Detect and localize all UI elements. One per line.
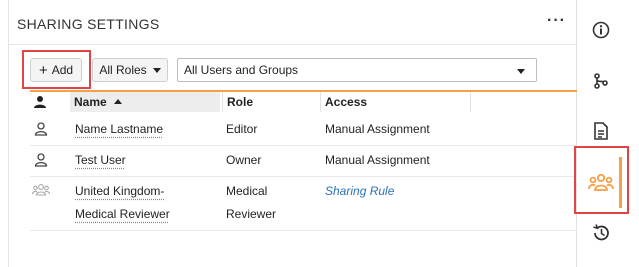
row-divider: [30, 230, 580, 231]
row-role: Owner: [226, 153, 262, 167]
column-header-role[interactable]: Role: [222, 92, 318, 112]
row-role-line1: Medical: [226, 184, 268, 198]
row-name-line1[interactable]: United Kingdom-: [75, 179, 164, 203]
info-icon: [592, 21, 610, 39]
panel-left-border: [8, 0, 9, 267]
document-button[interactable]: [589, 119, 613, 143]
row-role-line2: Reviewer: [226, 207, 277, 221]
user-outline-icon: [34, 153, 48, 167]
column-header-name-label: Name: [74, 95, 107, 109]
header-divider: [8, 44, 576, 45]
column-header-access[interactable]: Access: [320, 92, 470, 112]
document-icon: [594, 122, 608, 140]
sharing-button-highlight: [574, 146, 629, 214]
row-divider: [30, 145, 580, 146]
sort-ascending-icon: [114, 99, 123, 104]
chevron-down-icon: [152, 67, 161, 73]
history-button[interactable]: [589, 221, 613, 245]
branch-button[interactable]: [589, 69, 613, 93]
more-options-button[interactable]: ···: [547, 12, 566, 30]
user-icon: [34, 96, 46, 108]
user-outline-icon: [34, 122, 48, 136]
table-header-accent: [30, 90, 580, 92]
branch-icon: [594, 73, 608, 89]
add-button-highlight: [22, 50, 91, 89]
column-header-name[interactable]: Name: [70, 92, 220, 112]
row-access: Manual Assignment: [325, 122, 430, 136]
row-role: Editor: [226, 122, 258, 136]
row-access-link[interactable]: Sharing Rule: [325, 179, 394, 203]
panel-title: SHARING SETTINGS: [17, 16, 160, 32]
column-header-empty: [470, 92, 580, 112]
roles-filter-button[interactable]: All Roles: [92, 58, 168, 82]
row-divider: [30, 176, 580, 177]
row-access: Manual Assignment: [325, 153, 430, 167]
info-button[interactable]: [589, 18, 613, 42]
row-name[interactable]: Test User: [75, 148, 126, 172]
chevron-down-icon: [517, 69, 525, 74]
row-name-line2[interactable]: Medical Reviewer: [75, 202, 170, 226]
users-groups-select-value: All Users and Groups: [184, 63, 299, 77]
roles-filter-label: All Roles: [99, 63, 147, 77]
history-icon: [593, 224, 609, 241]
group-icon: [32, 184, 50, 196]
column-type-header: [30, 92, 70, 112]
users-groups-select[interactable]: All Users and Groups: [177, 58, 537, 82]
row-name[interactable]: Name Lastname: [75, 117, 163, 141]
